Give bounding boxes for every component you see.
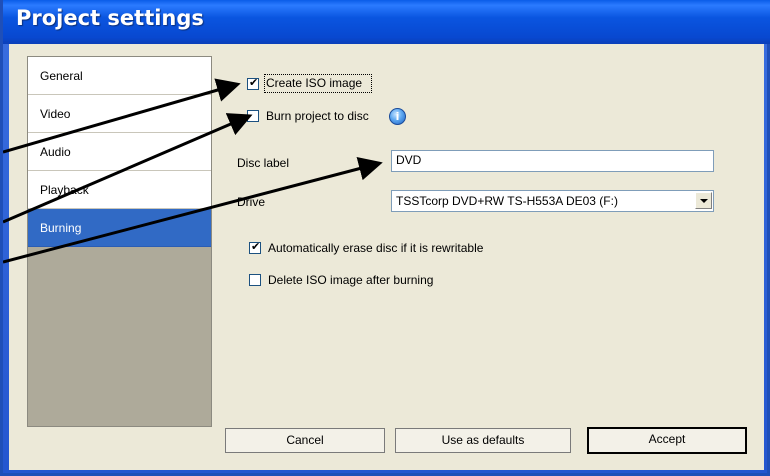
- disc-label-caption: Disc label: [237, 156, 290, 170]
- sidebar-item-video[interactable]: Video: [28, 95, 211, 133]
- project-settings-window: Project settings General Video Audio Pla…: [0, 0, 770, 476]
- accept-button[interactable]: Accept: [587, 427, 747, 454]
- sidebar-item-burning[interactable]: Burning: [28, 209, 211, 247]
- burn-to-disc-checkbox[interactable]: [247, 110, 259, 122]
- create-iso-checkbox[interactable]: [247, 76, 259, 90]
- window-title: Project settings: [16, 6, 204, 30]
- delete-iso-label[interactable]: Delete ISO image after burning: [268, 273, 433, 287]
- info-icon[interactable]: i: [389, 108, 406, 125]
- drive-caption: Drive: [237, 195, 266, 209]
- create-iso-label[interactable]: Create ISO image: [266, 76, 362, 90]
- drive-select-value: TSSTcorp DVD+RW TS-H553A DE03 (F:): [396, 194, 618, 208]
- disc-label-input[interactable]: DVD: [391, 150, 714, 172]
- sidebar-item-audio[interactable]: Audio: [28, 133, 211, 171]
- use-as-defaults-button[interactable]: Use as defaults: [395, 428, 571, 453]
- delete-iso-checkbox[interactable]: [249, 274, 261, 286]
- auto-erase-checkbox[interactable]: [249, 240, 261, 254]
- chevron-down-icon[interactable]: [695, 192, 712, 209]
- title-bar[interactable]: Project settings: [3, 0, 770, 44]
- dialog-body: General Video Audio Playback Burning Cre…: [9, 44, 764, 470]
- cancel-button[interactable]: Cancel: [225, 428, 385, 453]
- sidebar-item-general[interactable]: General: [28, 57, 211, 95]
- drive-select[interactable]: TSSTcorp DVD+RW TS-H553A DE03 (F:): [391, 190, 714, 212]
- auto-erase-label[interactable]: Automatically erase disc if it is rewrit…: [268, 241, 483, 255]
- sidebar-item-playback[interactable]: Playback: [28, 171, 211, 209]
- settings-sidebar: General Video Audio Playback Burning: [27, 56, 212, 427]
- burn-to-disc-label[interactable]: Burn project to disc: [266, 109, 369, 123]
